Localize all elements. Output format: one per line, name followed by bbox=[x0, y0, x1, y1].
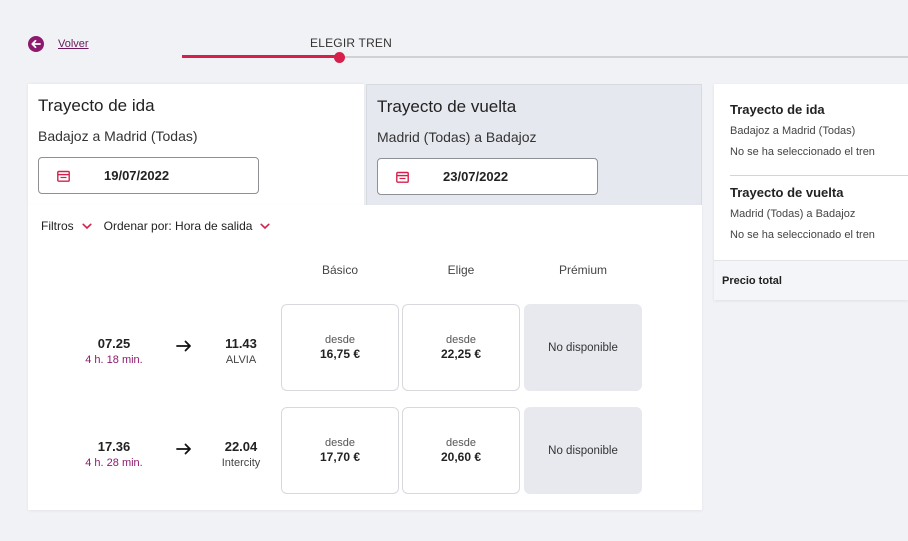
date-ida-value: 19/07/2022 bbox=[104, 168, 170, 183]
progress-fill bbox=[182, 55, 340, 58]
sort-label: Ordenar por: Hora de salida bbox=[103, 219, 253, 233]
trip-duration: 4 h. 18 min. bbox=[85, 354, 143, 366]
tab-ida-title: Trayecto de ida bbox=[38, 96, 155, 115]
departure-time: 17.36 bbox=[97, 439, 131, 454]
fare-basico-button[interactable]: desde 16,75 € bbox=[281, 304, 399, 391]
summary-divider bbox=[730, 175, 908, 176]
progress-current-step bbox=[334, 52, 345, 63]
fare-prefix: desde bbox=[325, 334, 355, 346]
calendar-icon bbox=[57, 170, 70, 182]
tab-vuelta-title: Trayecto de vuelta bbox=[377, 97, 517, 116]
fare-price: 22,25 € bbox=[440, 347, 482, 361]
fare-price: 16,75 € bbox=[319, 347, 361, 361]
train-type: ALVIA bbox=[225, 354, 257, 366]
fare-elige-button[interactable]: desde 20,60 € bbox=[402, 407, 520, 494]
summary-ida-status: No se ha seleccionado el tren bbox=[730, 146, 875, 158]
date-picker-ida[interactable]: 19/07/2022 bbox=[38, 157, 259, 194]
summary-vuelta-status: No se ha seleccionado el tren bbox=[730, 229, 875, 241]
fare-prefix: desde bbox=[446, 437, 476, 449]
column-header-basico: Básico bbox=[321, 263, 359, 277]
arrival-time: 22.04 bbox=[224, 439, 258, 454]
fare-premium-unavailable: No disponible bbox=[524, 304, 642, 391]
tab-trayecto-ida[interactable]: Trayecto de ida Badajoz a Madrid (Todas)… bbox=[28, 84, 364, 206]
calendar-icon bbox=[396, 171, 409, 183]
arrival-time: 11.43 bbox=[225, 336, 257, 351]
step-title: ELEGIR TREN bbox=[310, 36, 392, 50]
summary-vuelta-route: Madrid (Todas) a Badajoz bbox=[730, 208, 856, 220]
arrow-right-icon bbox=[176, 340, 191, 352]
back-label[interactable]: Volver bbox=[58, 38, 89, 50]
departure-time: 07.25 bbox=[97, 336, 131, 351]
date-vuelta-value: 23/07/2022 bbox=[443, 169, 509, 184]
fare-prefix: desde bbox=[325, 437, 355, 449]
chevron-down-icon bbox=[260, 223, 271, 229]
fare-price: 20,60 € bbox=[440, 450, 482, 464]
summary-ida-route: Badajoz a Madrid (Todas) bbox=[730, 125, 856, 137]
arrow-right-icon bbox=[176, 443, 191, 455]
filters-label: Filtros bbox=[41, 219, 74, 233]
fare-basico-button[interactable]: desde 17,70 € bbox=[281, 407, 399, 494]
filter-bar: Filtros Ordenar por: Hora de salida bbox=[41, 219, 282, 233]
trip-duration: 4 h. 28 min. bbox=[85, 457, 143, 469]
train-type: Intercity bbox=[221, 457, 261, 469]
tab-ida-route: Badajoz a Madrid (Todas) bbox=[38, 128, 198, 144]
filters-dropdown[interactable]: Filtros bbox=[41, 219, 92, 233]
total-price-label: Precio total bbox=[714, 260, 908, 300]
fare-unavailable-label: No disponible bbox=[548, 341, 618, 354]
sort-dropdown[interactable]: Ordenar por: Hora de salida bbox=[104, 219, 271, 233]
tab-vuelta-route: Madrid (Todas) a Badajoz bbox=[377, 129, 537, 145]
back-button[interactable]: Volver bbox=[28, 36, 89, 52]
summary-ida-title: Trayecto de ida bbox=[730, 102, 825, 117]
train-row: 07.25 4 h. 18 min. 11.43 ALVIA desde 16,… bbox=[28, 304, 702, 392]
tab-trayecto-vuelta[interactable]: Trayecto de vuelta Madrid (Todas) a Bada… bbox=[366, 84, 702, 206]
results-panel: Filtros Ordenar por: Hora de salida Bási… bbox=[28, 205, 702, 510]
summary-vuelta-title: Trayecto de vuelta bbox=[730, 185, 844, 200]
fare-premium-unavailable: No disponible bbox=[524, 407, 642, 494]
train-row: 17.36 4 h. 28 min. 22.04 Intercity desde… bbox=[28, 407, 702, 495]
arrow-left-icon bbox=[28, 36, 44, 52]
column-header-elige: Elige bbox=[447, 263, 475, 277]
fare-unavailable-label: No disponible bbox=[548, 444, 618, 457]
fare-elige-button[interactable]: desde 22,25 € bbox=[402, 304, 520, 391]
trip-summary: Trayecto de ida Badajoz a Madrid (Todas)… bbox=[714, 84, 908, 300]
column-header-premium: Prémium bbox=[558, 263, 607, 277]
chevron-down-icon bbox=[82, 223, 92, 229]
date-picker-vuelta[interactable]: 23/07/2022 bbox=[377, 158, 598, 195]
summary-vuelta: Trayecto de vuelta Madrid (Todas) a Bada… bbox=[730, 185, 875, 250]
summary-ida: Trayecto de ida Badajoz a Madrid (Todas)… bbox=[730, 102, 875, 167]
fare-prefix: desde bbox=[446, 334, 476, 346]
fare-price: 17,70 € bbox=[319, 450, 361, 464]
